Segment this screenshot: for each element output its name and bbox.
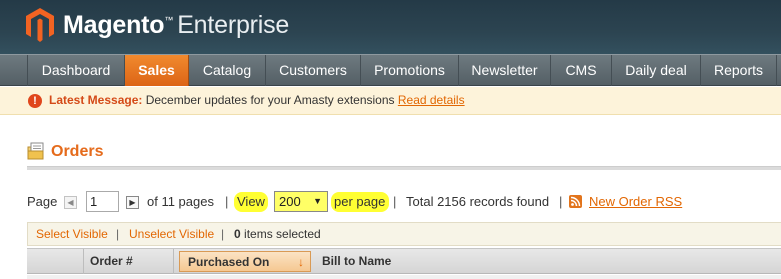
- magento-logo[interactable]: Magento™ Enterprise: [25, 5, 289, 45]
- select-visible-link[interactable]: Select Visible: [36, 227, 108, 241]
- nav-item-dashboard[interactable]: Dashboard: [28, 55, 125, 86]
- column-header-purchased-on-label: Purchased On: [188, 255, 270, 269]
- nav-item-promotions[interactable]: Promotions: [361, 55, 459, 86]
- rss-icon: [569, 195, 582, 208]
- main-nav: Dashboard Sales Catalog Customers Promot…: [0, 54, 781, 86]
- massaction-bar: Select Visible | Unselect Visible | 0 it…: [27, 222, 781, 246]
- massaction-separator: |: [221, 227, 225, 241]
- title-divider: [27, 166, 781, 170]
- selected-count-suffix: items selected: [244, 227, 321, 241]
- nav-item-cms[interactable]: CMS: [551, 55, 612, 86]
- nav-item-catalog[interactable]: Catalog: [189, 55, 266, 86]
- chevron-down-icon: ▼: [313, 196, 322, 206]
- next-arrow-icon[interactable]: ▶: [126, 196, 139, 209]
- view-label: View: [234, 192, 268, 212]
- page-title: Orders: [51, 143, 104, 160]
- column-header-purchased-on[interactable]: Purchased On ↓: [179, 251, 311, 272]
- pager-separator: |: [393, 194, 397, 209]
- latest-message-text: December updates for your Amasty extensi…: [145, 93, 395, 107]
- page-label: Page: [27, 194, 58, 209]
- orders-grid-header: Order # Purchased On ↓ Bill to Name: [27, 248, 781, 274]
- page-count-text: of 11 pages: [147, 194, 214, 209]
- latest-message: Latest Message: December updates for you…: [49, 93, 465, 107]
- logo-text: Magento™ Enterprise: [63, 11, 289, 40]
- pager-separator: |: [225, 194, 229, 209]
- page-number-input[interactable]: 1: [86, 191, 119, 212]
- nav-item-daily-deal[interactable]: Daily deal: [612, 55, 701, 86]
- per-page-label: per page: [331, 192, 390, 212]
- grid-pager: Page ◀ 1 ▶ of 11 pages | View 200 ▼ per …: [27, 190, 781, 212]
- prev-arrow-icon[interactable]: ◀: [64, 196, 77, 209]
- magento-logo-icon: [26, 8, 54, 42]
- pager-separator: |: [559, 194, 563, 209]
- logo-trademark: ™: [164, 14, 174, 25]
- unselect-visible-link[interactable]: Unselect Visible: [129, 227, 214, 241]
- per-page-value: 200: [279, 194, 301, 209]
- column-header-checkbox[interactable]: [27, 249, 84, 274]
- read-details-link[interactable]: Read details: [398, 93, 465, 107]
- selected-count: 0 items selected: [234, 227, 321, 241]
- sort-desc-arrow-icon: ↓: [298, 255, 304, 269]
- alert-icon: !: [28, 94, 42, 108]
- nav-item-customers[interactable]: Customers: [266, 55, 361, 86]
- app-header: Magento™ Enterprise: [0, 0, 781, 54]
- nav-spacer: [0, 55, 28, 86]
- selected-count-number: 0: [234, 227, 241, 241]
- latest-message-bar: ! Latest Message: December updates for y…: [0, 87, 781, 115]
- column-header-order-number[interactable]: Order #: [84, 249, 174, 274]
- total-records: Total 2156 records found: [406, 194, 550, 209]
- per-page-select[interactable]: 200 ▼: [274, 191, 328, 212]
- logo-edition: Enterprise: [177, 10, 290, 39]
- grid-body-top: [27, 275, 781, 279]
- nav-item-newsletter[interactable]: Newsletter: [459, 55, 551, 86]
- logo-brand: Magento: [63, 10, 165, 39]
- latest-message-label: Latest Message:: [49, 93, 143, 107]
- orders-icon: [27, 142, 44, 160]
- massaction-separator: |: [116, 227, 120, 241]
- column-header-bill-to-name[interactable]: Bill to Name: [314, 249, 781, 274]
- nav-item-sales[interactable]: Sales: [125, 55, 189, 86]
- nav-item-reports[interactable]: Reports: [701, 55, 777, 86]
- new-order-rss-link[interactable]: New Order RSS: [589, 194, 682, 209]
